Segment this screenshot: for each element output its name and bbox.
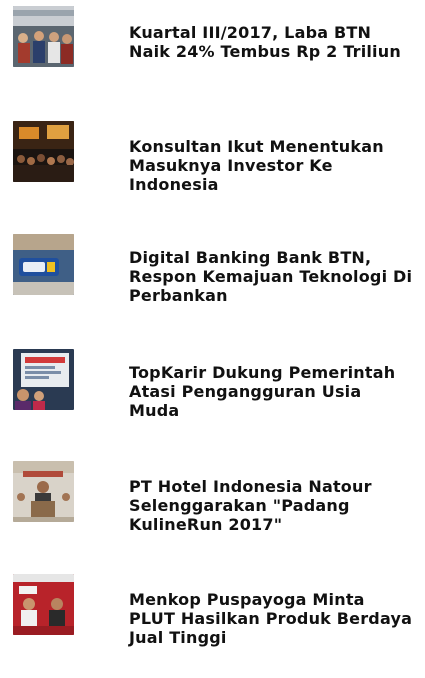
news-title[interactable]: Kuartal III/2017, Laba BTN Naik 24% Temb…	[129, 23, 415, 61]
news-thumbnail[interactable]	[13, 349, 74, 410]
speaker-podium-photo-image	[13, 461, 74, 522]
event-crowd-photo-image	[13, 6, 74, 67]
news-thumbnail[interactable]	[13, 234, 74, 295]
news-thumbnail[interactable]	[13, 574, 74, 635]
news-title[interactable]: Konsultan Ikut Menentukan Masuknya Inves…	[129, 137, 415, 194]
news-title[interactable]: TopKarir Dukung Pemerintah Atasi Pengang…	[129, 363, 415, 420]
news-thumbnail[interactable]	[13, 6, 74, 67]
news-thumbnail[interactable]	[13, 461, 74, 522]
btn-signage-photo-image	[13, 234, 74, 295]
news-title[interactable]: Menkop Puspayoga Minta PLUT Hasilkan Pro…	[129, 590, 415, 647]
news-item[interactable]: Menkop Puspayoga Minta PLUT Hasilkan Pro…	[0, 565, 425, 678]
news-item[interactable]: Digital Banking Bank BTN, Respon Kemajua…	[0, 226, 425, 339]
news-list: Kuartal III/2017, Laba BTN Naik 24% Temb…	[0, 0, 425, 650]
conference-stage-photo-image	[13, 121, 74, 182]
ceremony-red-backdrop-photo-image	[13, 574, 74, 635]
news-title[interactable]: PT Hotel Indonesia Natour Selenggarakan …	[129, 477, 415, 534]
news-thumbnail[interactable]	[13, 121, 74, 182]
presentation-screen-photo-image	[13, 349, 74, 410]
news-item[interactable]: TopKarir Dukung Pemerintah Atasi Pengang…	[0, 339, 425, 452]
news-title[interactable]: Digital Banking Bank BTN, Respon Kemajua…	[129, 248, 415, 305]
news-item[interactable]: Konsultan Ikut Menentukan Masuknya Inves…	[0, 113, 425, 226]
news-item[interactable]: PT Hotel Indonesia Natour Selenggarakan …	[0, 452, 425, 565]
news-item[interactable]: Kuartal III/2017, Laba BTN Naik 24% Temb…	[0, 0, 425, 113]
